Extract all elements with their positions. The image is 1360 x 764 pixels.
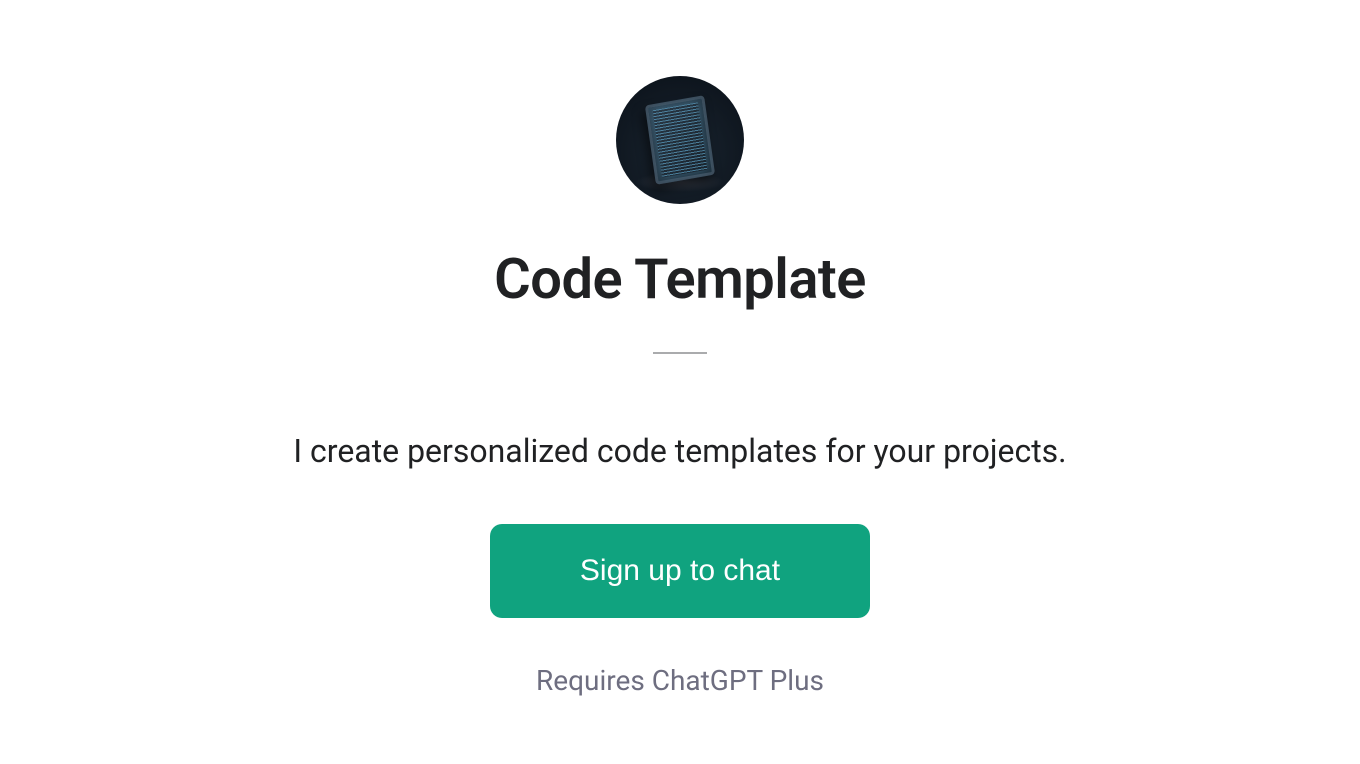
gpt-title: Code Template [494, 246, 866, 312]
requirement-note: Requires ChatGPT Plus [536, 664, 824, 697]
gpt-avatar [616, 76, 744, 204]
code-tablet-icon [645, 95, 715, 185]
gpt-description: I create personalized code templates for… [293, 432, 1066, 470]
signup-button[interactable]: Sign up to chat [490, 524, 870, 618]
divider [653, 352, 707, 354]
